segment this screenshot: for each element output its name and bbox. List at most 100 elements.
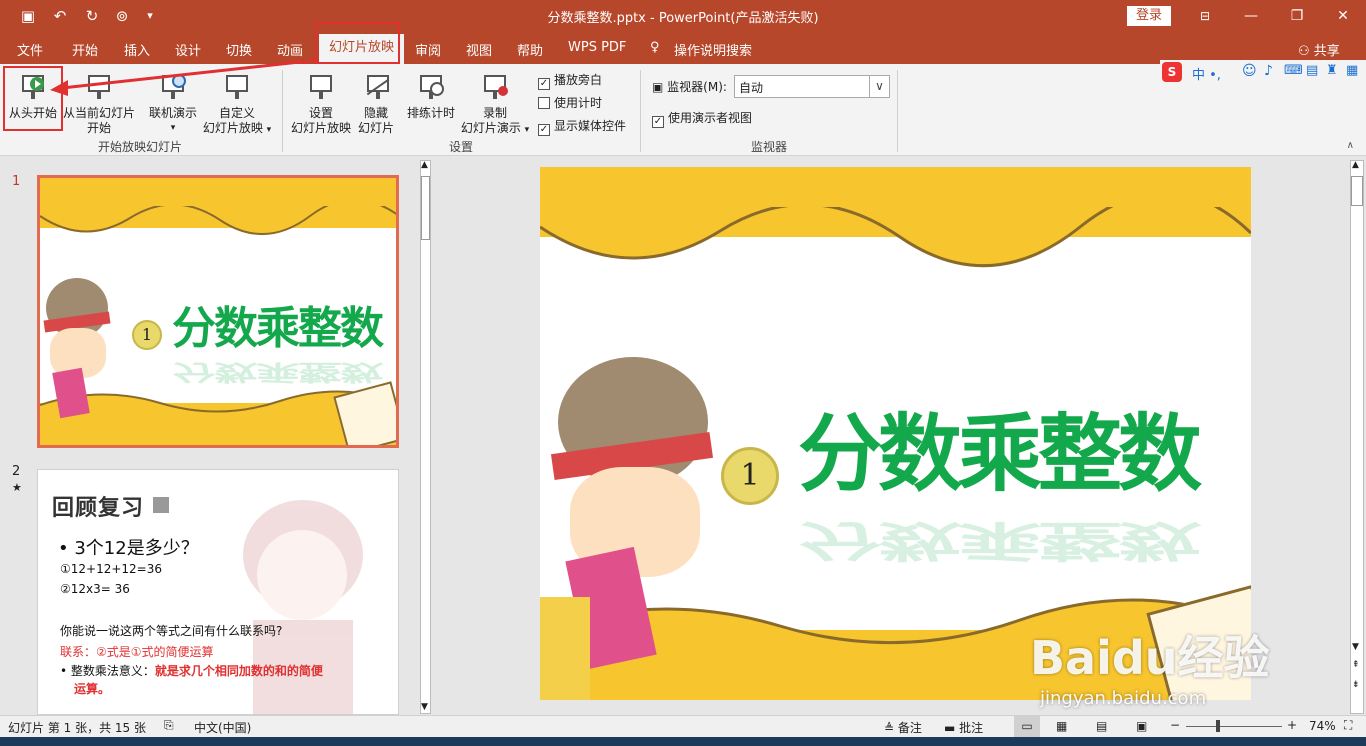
dropdown-arrow-icon: ▾ xyxy=(524,125,530,135)
smiley-icon[interactable]: ☺ xyxy=(1242,63,1257,79)
baidu-watermark-url: jingyan.baidu.com xyxy=(1040,688,1207,709)
login-button[interactable]: 登录 xyxy=(1127,6,1171,26)
slide-title: 分数乘整数 xyxy=(798,405,1202,503)
record-label-2: 幻灯片演示 ▾ xyxy=(458,121,532,138)
monitor-icon: ▣ xyxy=(652,80,664,94)
timings-label: 使用计时 xyxy=(554,96,603,110)
monitor-select-value: 自动 xyxy=(739,81,764,95)
microphone-icon[interactable]: ♪ xyxy=(1264,63,1273,79)
chevron-down-icon[interactable]: ∨ xyxy=(869,76,889,97)
notes-button[interactable]: ≜ 备注 xyxy=(884,719,922,736)
group-label-monitor: 监视器 xyxy=(751,140,788,154)
collapse-ribbon-icon[interactable]: ∧ xyxy=(1347,140,1354,151)
scroll-down-icon[interactable]: ▼ xyxy=(421,702,428,712)
boy-illustration xyxy=(40,278,120,445)
next-slide-icon[interactable]: ⇟ xyxy=(1352,680,1360,690)
group-separator xyxy=(897,70,898,152)
tell-me-search[interactable]: 操作说明搜索 xyxy=(674,40,752,59)
status-bar: 幻灯片 第 1 张，共 15 张 ⎘ 中文(中国) ≜ 备注 ▬ 批注 ▭ ▦ … xyxy=(0,715,1366,737)
drop-icon xyxy=(152,497,169,513)
share-button[interactable]: ⚇ 共享 xyxy=(1298,40,1340,59)
ime-mode[interactable]: 中 •, xyxy=(1192,64,1221,83)
minimize-button[interactable]: — xyxy=(1228,0,1274,32)
checkbox-unchecked-icon xyxy=(538,97,550,109)
media-controls-checkbox[interactable]: ✓ 显示媒体控件 xyxy=(538,117,626,136)
main-slide[interactable]: 1 分数乘整数 分数乘整数 xyxy=(540,167,1251,700)
reading-view-icon[interactable]: ▤ xyxy=(1096,719,1107,733)
windows-taskbar xyxy=(0,737,1366,746)
toolbox-icon[interactable]: ▤ xyxy=(1306,63,1318,78)
slide2-prompt: 你能说一说这两个等式之间有什么联系吗? xyxy=(60,624,283,638)
slide2-bullet: • 整数乘法意义：就是求几个相同加数的和的简便 xyxy=(60,662,323,679)
slide-sorter-icon[interactable]: ▦ xyxy=(1056,719,1067,733)
slide2-bullet-cont: 运算。 xyxy=(74,682,111,696)
media-controls-label: 显示媒体控件 xyxy=(554,119,627,133)
checkbox-checked-icon: ✓ xyxy=(538,124,550,136)
fit-to-window-icon[interactable]: ⛶ xyxy=(1344,718,1352,733)
presenter-view-checkbox[interactable]: ✓ 使用演示者视图 xyxy=(652,109,752,128)
skin-icon[interactable]: ♜ xyxy=(1326,63,1338,78)
main-scroll-thumb[interactable] xyxy=(1351,176,1363,206)
grid-icon[interactable]: ▦ xyxy=(1346,63,1358,78)
zoom-slider-thumb[interactable] xyxy=(1216,720,1220,732)
main-scrollbar[interactable] xyxy=(1350,160,1364,714)
comments-label: 批注 xyxy=(959,721,984,735)
record-icon xyxy=(480,72,510,102)
girl-illustration xyxy=(233,490,383,714)
tab-view[interactable]: 视图 xyxy=(466,40,492,59)
presenter-view-label: 使用演示者视图 xyxy=(668,111,753,125)
zoom-slider[interactable] xyxy=(1186,726,1282,727)
narration-label: 播放旁白 xyxy=(554,73,603,87)
slide2-bullet-bold: 就是求几个相同加数的和的简便 xyxy=(154,664,323,678)
zoom-level[interactable]: 74% xyxy=(1309,719,1336,733)
zoom-out-icon[interactable]: − xyxy=(1170,718,1180,732)
slide2-question: • 3个12是多少？ xyxy=(58,538,199,559)
spellcheck-icon[interactable]: ⎘ xyxy=(164,718,174,733)
scroll-down-icon[interactable]: ▼ xyxy=(1352,642,1359,652)
monitor-label-text: 监视器(M): xyxy=(667,80,727,94)
previous-slide-icon[interactable]: ⇞ xyxy=(1352,660,1360,670)
checkbox-checked-icon: ✓ xyxy=(538,78,550,90)
keyboard-icon[interactable]: ⌨ xyxy=(1284,63,1303,78)
thumbnail-scrollbar[interactable] xyxy=(420,160,431,714)
slide-thumbnail-2[interactable]: 回顾复习 • 3个12是多少？ ①12+12+12=36 ②12x3= 36 你… xyxy=(37,469,399,715)
boy-illustration xyxy=(540,357,720,700)
restore-button[interactable]: ❐ xyxy=(1274,0,1320,32)
slideshow-view-icon[interactable]: ▣ xyxy=(1136,719,1147,733)
slide2-answer-2: ②12x3= 36 xyxy=(60,582,130,596)
monitor-label: ▣ 监视器(M): xyxy=(652,78,727,95)
slide-title: 分数乘整数 xyxy=(172,303,384,354)
slide-animation-star-icon: ★ xyxy=(12,481,22,494)
slide-title-reflection: 分数乘整数 xyxy=(172,359,382,385)
slide2-bullet-label: • 整数乘法意义： xyxy=(60,664,155,678)
zoom-in-icon[interactable]: + xyxy=(1287,718,1297,732)
comments-button[interactable]: ▬ 批注 xyxy=(944,719,983,736)
tab-help[interactable]: 帮助 xyxy=(517,40,543,59)
ime-toolbar: S 中 •, ☺ ♪ ⌨ ▤ ♜ ▦ xyxy=(1160,60,1366,84)
checkbox-checked-icon: ✓ xyxy=(652,116,664,128)
monitor-select[interactable]: 自动 ∨ xyxy=(734,75,890,98)
scroll-up-icon[interactable]: ▲ xyxy=(1352,160,1359,170)
thumbnail-scroll-thumb[interactable] xyxy=(421,176,430,240)
narration-checkbox[interactable]: ✓ 播放旁白 xyxy=(538,71,602,90)
group-separator xyxy=(640,70,641,152)
wave-top xyxy=(540,207,1251,268)
normal-view-icon[interactable]: ▭ xyxy=(1014,716,1040,737)
wave-top xyxy=(40,206,396,236)
slide-title-reflection: 分数乘整数 xyxy=(798,515,1199,565)
language[interactable]: 中文(中国) xyxy=(194,719,251,736)
record-slideshow-button[interactable]: 录制 幻灯片演示 ▾ xyxy=(458,72,532,138)
close-button[interactable]: ✕ xyxy=(1320,0,1366,32)
slide2-heading: 回顾复习 xyxy=(52,490,169,522)
share-label: 共享 xyxy=(1313,44,1340,59)
slide-thumbnail-1[interactable]: 1 分数乘整数 分数乘整数 xyxy=(37,175,399,448)
timings-checkbox[interactable]: 使用计时 xyxy=(538,94,602,111)
scroll-up-icon[interactable]: ▲ xyxy=(421,160,428,170)
slide-badge: 1 xyxy=(721,447,779,505)
record-label: 录制 xyxy=(482,106,507,120)
notes-label: 备注 xyxy=(897,721,922,735)
sogou-s-icon[interactable]: S xyxy=(1162,62,1182,82)
annotation-arrow xyxy=(50,58,319,96)
ribbon-display-icon[interactable]: ⊟ xyxy=(1182,0,1228,32)
tab-wps-pdf[interactable]: WPS PDF xyxy=(568,40,626,55)
